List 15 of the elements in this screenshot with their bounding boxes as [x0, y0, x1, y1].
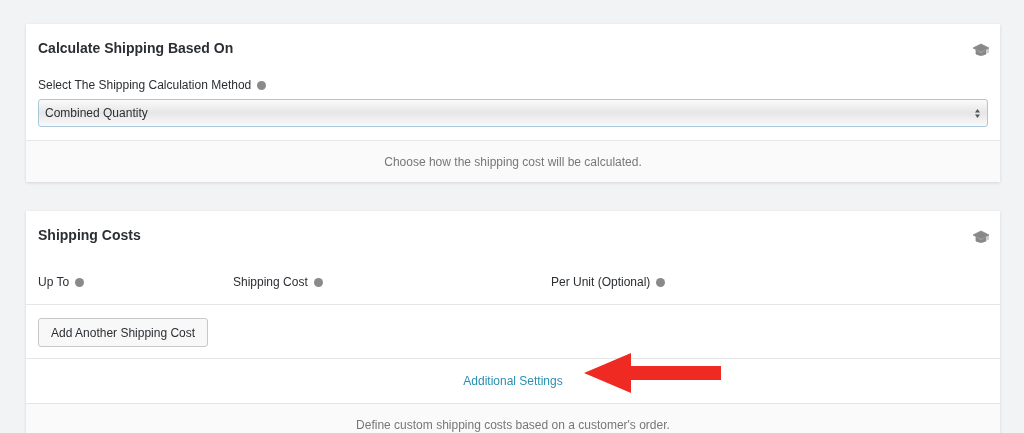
help-text: Choose how the shipping cost will be calculated.: [384, 154, 642, 169]
column-header: Shipping Cost: [233, 275, 308, 289]
graduation-cap-icon[interactable]: [972, 230, 990, 244]
column-header: Up To: [38, 275, 70, 289]
field-label: Select The Shipping Calculation Method: [38, 78, 252, 92]
arrow-icon: [584, 353, 721, 393]
graduation-cap-icon[interactable]: [972, 43, 990, 57]
card-title: Shipping Costs: [38, 227, 141, 243]
help-text: Define custom shipping costs based on a customer's order.: [356, 417, 670, 432]
card-title: Calculate Shipping Based On: [38, 40, 234, 56]
column-header: Per Unit (Optional): [551, 275, 651, 289]
add-shipping-cost-button[interactable]: Add Another Shipping Cost: [38, 318, 209, 347]
method-select[interactable]: Combined Quantity: [38, 99, 988, 127]
sort-arrows-icon: [974, 107, 981, 119]
additional-settings-link[interactable]: Additional Settings: [463, 374, 563, 388]
